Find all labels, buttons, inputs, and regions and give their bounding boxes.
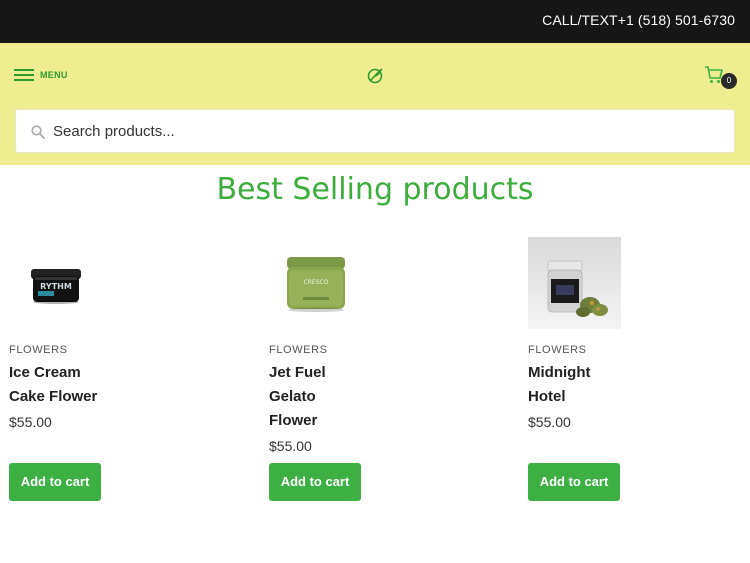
product-name-line: Midnight [528, 364, 591, 381]
product-category: FLOWERS [528, 344, 587, 356]
product-name-line: Flower [269, 412, 318, 429]
product-name[interactable]: Midnight Hotel [528, 361, 748, 409]
search-input[interactable] [53, 110, 723, 152]
top-bar: CALL/TEXT+1 (518) 501-6730 [0, 0, 750, 43]
product-name-line: Gelato [269, 388, 316, 405]
site-header: MENU 0 [0, 43, 750, 165]
cresco-jar-image: CRESCO [287, 257, 345, 312]
product-category: FLOWERS [269, 344, 328, 356]
svg-text:RYTHM: RYTHM [40, 282, 72, 291]
search-icon [31, 125, 45, 139]
product-price: $55.00 [9, 414, 52, 430]
product-card: RYTHM FLOWERS Ice Cream Cake Flower $55.… [9, 237, 229, 501]
menu-label: MENU [40, 70, 68, 80]
add-to-cart-button[interactable]: Add to cart [528, 463, 620, 501]
midnight-hotel-jar-image [528, 237, 621, 329]
product-image[interactable]: CRESCO [269, 237, 362, 329]
product-name[interactable]: Jet Fuel Gelato Flower [269, 361, 489, 433]
product-name-line: Ice Cream [9, 364, 81, 381]
cart-button[interactable]: 0 [704, 65, 738, 93]
product-name-line: Cake Flower [9, 388, 98, 405]
add-to-cart-button[interactable]: Add to cart [9, 463, 101, 501]
leaf-logo-icon[interactable] [366, 67, 384, 85]
cart-count-badge: 0 [721, 73, 737, 89]
product-name-line: Jet Fuel [269, 364, 326, 381]
product-card: FLOWERS Midnight Hotel $55.00 Add to car… [528, 237, 748, 501]
product-name-line: Hotel [528, 388, 566, 405]
svg-text:CRESCO: CRESCO [304, 279, 329, 286]
product-price: $55.00 [528, 414, 571, 430]
rythm-jar-image: RYTHM [31, 269, 81, 304]
product-price: $55.00 [269, 438, 312, 454]
search-box [15, 109, 735, 153]
product-name[interactable]: Ice Cream Cake Flower [9, 361, 229, 409]
hamburger-icon [14, 69, 34, 81]
product-card: CRESCO FLOWERS Jet Fuel Gelato Flower $5… [269, 237, 489, 501]
section-title: Best Selling products [216, 172, 534, 207]
product-category: FLOWERS [9, 344, 68, 356]
menu-button[interactable]: MENU [14, 67, 68, 83]
phone-contact[interactable]: CALL/TEXT+1 (518) 501-6730 [542, 12, 735, 28]
add-to-cart-button[interactable]: Add to cart [269, 463, 361, 501]
product-image[interactable]: RYTHM [9, 237, 102, 329]
product-image[interactable] [528, 237, 621, 329]
